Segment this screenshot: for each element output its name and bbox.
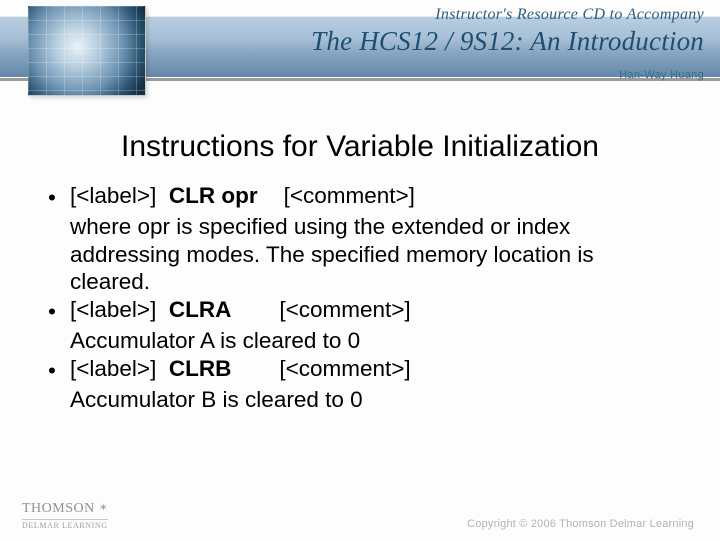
bullet-item: • [<label>] CLRA [<comment>] — [48, 296, 672, 325]
instr-mnemonic: CLR opr — [169, 183, 258, 208]
bullet-dot: • — [48, 355, 70, 384]
slide-header: Instructor's Resource CD to Accompany Th… — [0, 0, 720, 110]
globe-image — [28, 6, 146, 96]
bullet-description: Accumulator B is cleared to 0 — [70, 386, 672, 413]
instr-label: [<label>] — [70, 297, 156, 322]
header-subtitle: Instructor's Resource CD to Accompany — [176, 6, 704, 24]
bullet-dot: • — [48, 296, 70, 325]
bullet-text: [<label>] CLRB [<comment>] — [70, 355, 672, 384]
slide-footer: THOMSON ✶ DELMAR LEARNING Copyright © 200… — [0, 502, 720, 530]
bullet-item: • [<label>] CLR opr [<comment>] — [48, 182, 672, 211]
publisher-logo: THOMSON ✶ DELMAR LEARNING — [22, 502, 108, 530]
bullet-description: where opr is specified using the extende… — [70, 213, 672, 295]
instr-label: [<label>] — [70, 356, 156, 381]
instr-mnemonic: CLRB — [169, 356, 232, 381]
page-title: Instructions for Variable Initialization — [0, 130, 720, 164]
header-title: The HCS12 / 9S12: An Introduction — [176, 26, 704, 57]
publisher-name-top: THOMSON — [22, 501, 95, 516]
bullet-item: • [<label>] CLRB [<comment>] — [48, 355, 672, 384]
star-icon: ✶ — [99, 503, 109, 514]
instr-comment: [<comment>] — [279, 297, 410, 322]
instr-label: [<label>] — [70, 183, 156, 208]
header-author: Han-Way Huang — [176, 69, 704, 81]
bullet-text: [<label>] CLRA [<comment>] — [70, 296, 672, 325]
instr-comment: [<comment>] — [284, 183, 415, 208]
instr-mnemonic: CLRA — [169, 297, 232, 322]
bullet-text: [<label>] CLR opr [<comment>] — [70, 182, 672, 211]
bullet-description: Accumulator A is cleared to 0 — [70, 327, 672, 354]
publisher-name-bottom: DELMAR LEARNING — [22, 522, 108, 530]
header-text-block: Instructor's Resource CD to Accompany Th… — [176, 6, 704, 81]
content-area: • [<label>] CLR opr [<comment>] where opr… — [0, 164, 720, 414]
instr-comment: [<comment>] — [279, 356, 410, 381]
bullet-dot: • — [48, 182, 70, 211]
copyright-text: Copyright © 2006 Thomson Delmar Learning — [467, 518, 694, 530]
